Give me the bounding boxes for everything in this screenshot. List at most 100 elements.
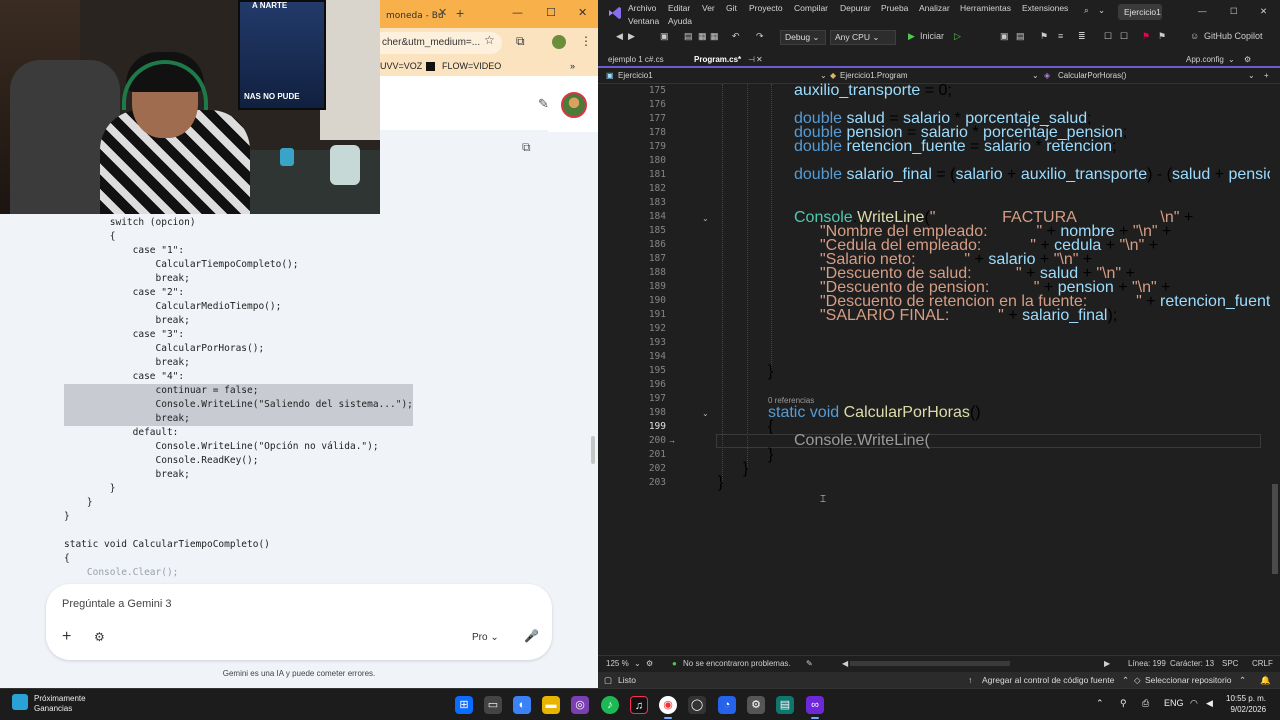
line-ending-indicator[interactable]: CRLF	[1252, 659, 1273, 668]
settings-icon[interactable]: ⚙	[1244, 55, 1251, 64]
copilot-button[interactable]: GitHub Copilot	[1204, 31, 1263, 41]
tray-app-icon[interactable]: ⎙	[1142, 698, 1149, 709]
copilot-taskbar-icon[interactable]: ◐	[513, 696, 531, 714]
file-explorer-icon[interactable]: ▬	[542, 696, 560, 714]
task-view-icon[interactable]: ▭	[484, 696, 502, 714]
class-dropdown-icon[interactable]: ⌄	[1032, 71, 1039, 80]
start-icon[interactable]: ▶	[908, 31, 915, 42]
add-source-dropdown-icon[interactable]: ⌃	[1122, 675, 1129, 686]
new-tab-button[interactable]: +	[456, 5, 464, 21]
toolbar-tool-icon[interactable]: ☐	[1104, 31, 1112, 42]
platform-select[interactable]: Any CPU ⌄	[830, 30, 896, 45]
menu-ayuda[interactable]: Ayuda	[668, 16, 692, 26]
toolbar-tool-icon[interactable]: ▣	[1000, 31, 1009, 42]
menu-archivo[interactable]: Archivo	[628, 3, 656, 13]
more-bookmarks-icon[interactable]: »	[570, 61, 575, 71]
close-button[interactable]: ✕	[578, 6, 587, 19]
back-icon[interactable]: ◀	[616, 31, 623, 42]
scroll-thumb[interactable]	[1272, 484, 1278, 574]
problems-status[interactable]: No se encontraron problemas.	[683, 659, 791, 668]
profile-avatar[interactable]	[552, 35, 566, 49]
menu-git[interactable]: Git	[726, 3, 737, 13]
menu-prueba[interactable]: Prueba	[881, 3, 908, 13]
menu-dots-icon[interactable]: ⋮	[580, 34, 592, 48]
select-repository[interactable]: Seleccionar repositorio	[1145, 675, 1231, 685]
prompt-input[interactable]: Pregúntale a Gemini 3	[62, 598, 171, 610]
github-icon[interactable]: ◯	[688, 696, 706, 714]
visual-studio-icon[interactable]: ∞	[806, 696, 824, 719]
menu-depurar[interactable]: Depurar	[840, 3, 871, 13]
save-icon[interactable]: ▦	[698, 31, 707, 42]
menu-editar[interactable]: Editar	[668, 3, 690, 13]
settings-icon[interactable]: ⚙	[747, 696, 765, 714]
copy-icon[interactable]: ⧉	[522, 140, 531, 155]
toolbar-tool-icon[interactable]: ☐	[1120, 31, 1128, 42]
project-selector[interactable]: Ejercicio1	[618, 71, 653, 80]
extensions-icon[interactable]: ⧉	[516, 34, 525, 49]
menu-herramientas[interactable]: Herramientas	[960, 3, 1011, 13]
tiktok-icon[interactable]: ♫	[630, 696, 648, 714]
menu-extensiones[interactable]: Extensiones	[1022, 3, 1068, 13]
avatar[interactable]	[561, 92, 587, 118]
bookmark-item[interactable]: UVV=VOZ	[380, 61, 422, 71]
scroll-left-icon[interactable]: ◀	[842, 659, 848, 668]
tab-close-icon[interactable]: ✕	[756, 55, 763, 64]
minimize-button[interactable]: —	[512, 6, 523, 19]
search-dropdown-icon[interactable]: ⌄	[1098, 5, 1105, 16]
line-indicator[interactable]: Línea: 199	[1128, 659, 1166, 668]
vertical-scrollbar[interactable]	[1270, 84, 1280, 654]
wifi-icon[interactable]: ◠	[1190, 698, 1198, 709]
whitespace-indicator[interactable]: SPC	[1222, 659, 1238, 668]
add-source-control[interactable]: Agregar al control de código fuente	[982, 675, 1114, 685]
tab-ejemplo[interactable]: ejemplo 1 c#.cs	[608, 55, 664, 64]
menu-proyecto[interactable]: Proyecto	[749, 3, 783, 13]
search-icon[interactable]: ⌕	[1084, 5, 1089, 16]
member-dropdown-icon[interactable]: ⌄	[1248, 71, 1255, 80]
toolbar-tool-icon[interactable]: ≡	[1058, 31, 1063, 41]
maximize-button[interactable]: ☐	[546, 6, 556, 19]
spotify-icon[interactable]: ♪	[601, 696, 619, 714]
widgets-text[interactable]: Próximamente Ganancias	[34, 694, 86, 714]
class-selector[interactable]: Ejercicio1.Program	[840, 71, 908, 80]
start-button[interactable]: Iniciar	[920, 31, 944, 41]
tray-app-icon[interactable]: ⚲	[1120, 698, 1127, 709]
zoom-level[interactable]: 125 %	[606, 659, 629, 668]
language-indicator[interactable]: ENG	[1164, 698, 1184, 708]
tab-close-icon[interactable]: ✕	[438, 6, 447, 19]
collapse-icon[interactable]: ⌄	[702, 409, 709, 418]
app-icon[interactable]: ◔	[718, 696, 736, 714]
add-icon[interactable]: +	[62, 628, 71, 646]
volume-icon[interactable]: ◀	[1206, 698, 1213, 709]
app-icon[interactable]: ◎	[571, 696, 589, 714]
start-icon[interactable]: ⊞	[455, 696, 473, 714]
notifications-icon[interactable]: 🔔	[1260, 675, 1271, 686]
toolbar-tool-icon[interactable]: ⚑	[1158, 31, 1166, 42]
notepad-icon[interactable]: ▤	[776, 696, 794, 714]
bookmark-star-icon[interactable]: ☆	[484, 33, 495, 47]
tab-program[interactable]: Program.cs*	[694, 55, 741, 64]
new-chat-icon[interactable]: ✎	[538, 96, 549, 112]
save-all-icon[interactable]: ▦	[710, 31, 719, 42]
maximize-button[interactable]: ☐	[1230, 6, 1238, 17]
menu-compilar[interactable]: Compilar	[794, 3, 828, 13]
horizontal-scrollbar[interactable]	[850, 661, 1010, 666]
menu-ver[interactable]: Ver	[702, 3, 715, 13]
tab-list-icon[interactable]: ⌄	[1228, 55, 1235, 64]
chrome-icon[interactable]: ◉	[659, 696, 677, 719]
toolbar-tool-icon[interactable]: ≣	[1078, 31, 1086, 42]
mic-icon[interactable]: 🎤	[524, 629, 539, 643]
redo-icon[interactable]: ↷	[756, 31, 764, 42]
menu-analizar[interactable]: Analizar	[919, 3, 950, 13]
close-button[interactable]: ✕	[1260, 6, 1267, 17]
clock[interactable]: 10:55 p. m. 9/02/2026	[1226, 693, 1266, 715]
copilot-icon[interactable]: ☺	[1190, 31, 1199, 41]
forward-icon[interactable]: ▶	[628, 31, 635, 42]
start-without-debug-icon[interactable]: ▷	[954, 31, 961, 42]
config-select[interactable]: Debug ⌄	[780, 30, 826, 45]
undo-icon[interactable]: ↶	[732, 31, 740, 42]
bookmark-icon[interactable]: ⚑	[1142, 31, 1150, 42]
minimize-button[interactable]: —	[1198, 6, 1207, 16]
pin-icon[interactable]: ⊣	[748, 55, 755, 64]
toolbar-tool-icon[interactable]: ▤	[1016, 31, 1025, 42]
open-file-icon[interactable]: ▤	[684, 31, 693, 42]
